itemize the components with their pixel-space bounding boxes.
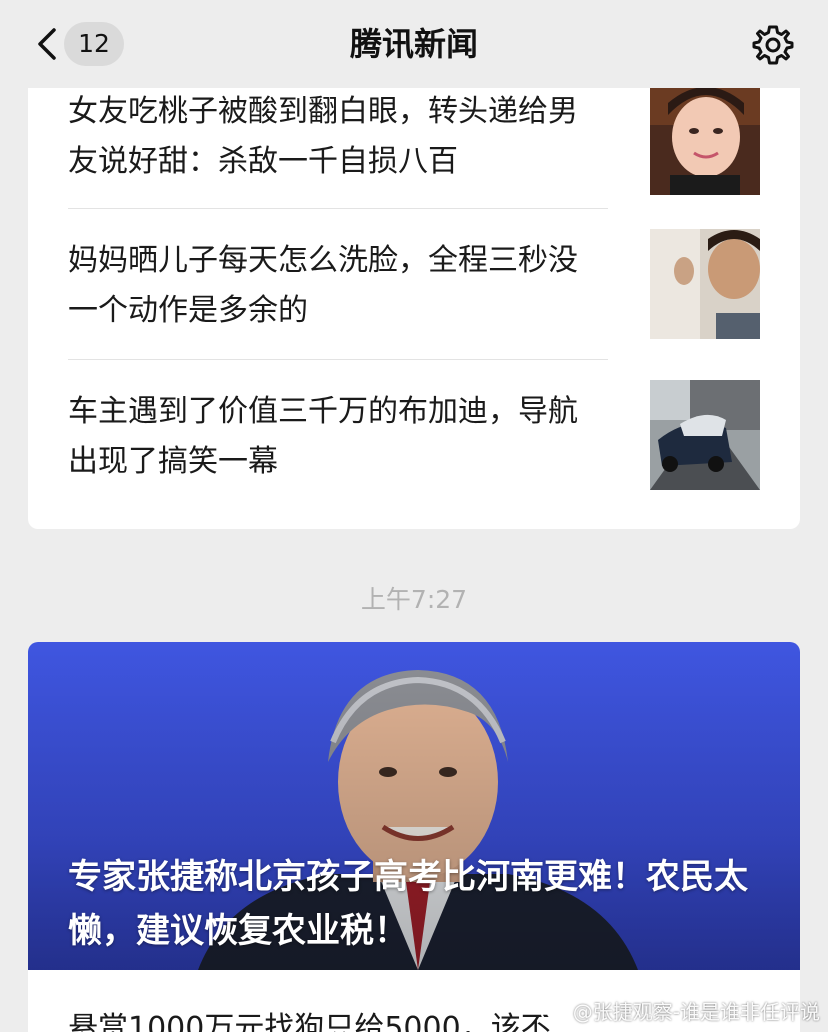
feature-news-card[interactable]: 专家张捷称北京孩子高考比河南更难！农民太懒，建议恢复农业税！ 悬赏1000万元找…: [28, 642, 800, 1032]
news-card: 女友吃桃子被酸到翻白眼，转头递给男友说好甜：杀敌一千自损八百 妈妈晒儿子每天怎么…: [28, 40, 800, 529]
weibo-icon: [540, 1001, 566, 1022]
watermark: @张捷观察-谁是谁非任评说: [540, 996, 820, 1025]
news-title: 车主遇到了价值三千万的布加迪，导航出现了搞笑一幕: [68, 394, 578, 479]
feature-title: 专家张捷称北京孩子高考比河南更难！农民太懒，建议恢复农业税！: [68, 857, 748, 951]
gear-icon[interactable]: [752, 24, 794, 66]
page-title: 腾讯新闻: [349, 25, 478, 63]
news-thumbnail: [650, 85, 760, 195]
news-title: 妈妈晒儿子每天怎么洗脸，全程三秒没一个动作是多余的: [68, 243, 578, 328]
news-item[interactable]: 车主遇到了价值三千万的布加迪，导航出现了搞笑一幕: [68, 380, 760, 537]
navbar: 12 腾讯新闻: [0, 0, 828, 88]
news-thumbnail: [650, 229, 760, 339]
news-thumbnail: [650, 380, 760, 490]
news-item[interactable]: 女友吃桃子被酸到翻白眼，转头递给男友说好甜：杀敌一千自损八百: [68, 85, 760, 237]
divider: [68, 208, 608, 209]
message-timestamp: 上午7:27: [360, 585, 468, 614]
news-title: 女友吃桃子被酸到翻白眼，转头递给男友说好甜：杀敌一千自损八百: [68, 94, 578, 179]
news-item[interactable]: 妈妈晒儿子每天怎么洗脸，全程三秒没一个动作是多余的: [68, 229, 760, 386]
divider: [68, 359, 608, 360]
feature-image: 专家张捷称北京孩子高考比河南更难！农民太懒，建议恢复农业税！: [28, 642, 800, 970]
watermark-text: @张捷观察-谁是谁非任评说: [572, 1000, 820, 1024]
